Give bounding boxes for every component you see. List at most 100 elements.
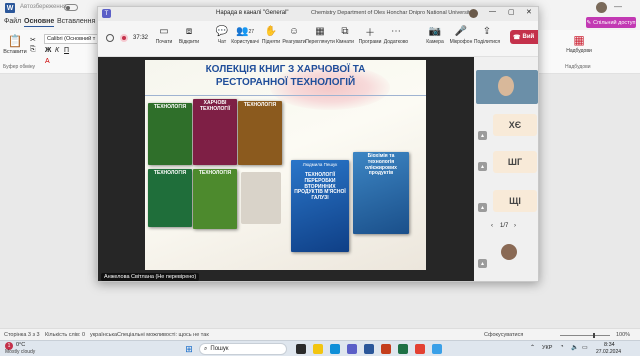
excel-taskbar-icon[interactable] — [398, 344, 408, 354]
shield-icon — [106, 34, 114, 42]
slide-divider — [145, 95, 426, 96]
wifi-icon[interactable]: ◔ — [560, 344, 564, 350]
react-label: Реагувати — [282, 39, 306, 45]
apps-label: Програми — [358, 39, 382, 45]
weather-desc: Mostly cloudy — [5, 349, 36, 355]
react-icon: ☺ — [288, 26, 300, 37]
word-status-bar: Сторінка 3 з 3 Кількість слів: 0 українс… — [0, 328, 640, 340]
book-cover: ТЕХНОЛОГІЯ — [193, 169, 237, 229]
clipboard-icon: 📋 — [7, 34, 23, 48]
teams-taskbar-icon[interactable] — [347, 344, 357, 354]
autosave-label: Автозбереження — [20, 4, 67, 10]
addins-button[interactable]: ▦ Надбудови — [566, 33, 592, 54]
more-icon: ⋯ — [391, 26, 401, 37]
user-avatar[interactable] — [469, 9, 478, 18]
more-button[interactable]: ⋯ Додатково — [381, 25, 411, 45]
share-button[interactable]: ✎ Спільний доступ — [586, 17, 636, 28]
book-title: ХАРЧОВІ ТЕХНОЛОГІЇ — [199, 100, 231, 112]
store-taskbar-icon[interactable] — [432, 344, 442, 354]
accessibility-status[interactable]: Спеціальні можливості: щось не так — [117, 332, 209, 338]
paste-button[interactable]: 📋 Вставити — [3, 34, 27, 55]
mic-label: Мікрофон — [449, 39, 473, 45]
participant-video[interactable] — [476, 70, 538, 104]
tab-home[interactable]: Основне — [24, 18, 55, 27]
chat-label: Чат — [217, 39, 227, 45]
addins-label: Надбудови — [566, 48, 592, 54]
zoom-slider[interactable] — [560, 333, 610, 338]
minimize-icon[interactable]: — — [489, 8, 496, 15]
zoom-level[interactable]: 100% — [616, 332, 630, 338]
weather-temp: 0°C — [16, 342, 26, 348]
people-label: Користувачі — [231, 39, 259, 45]
word-taskbar-icon[interactable] — [364, 344, 374, 354]
search-placeholder: Пошук — [210, 346, 229, 352]
rooms-label: Кімнати — [336, 39, 354, 45]
presentation-slide: КОЛЕКЦІЯ КНИГ З ХАРЧОВОЇ ТА РЕСТОРАННОЇ … — [145, 60, 426, 270]
meeting-timer: 37:32 — [133, 35, 149, 41]
windows-start-icon[interactable]: ⊞ — [184, 344, 194, 354]
tab-insert[interactable]: Вставлення — [57, 18, 95, 25]
focus-mode[interactable]: Сфокусуватися — [484, 332, 523, 338]
battery-icon[interactable]: ▭ — [582, 344, 588, 351]
input-language[interactable]: УКР — [542, 345, 552, 351]
word-count[interactable]: Кількість слів: 0 — [45, 332, 85, 338]
leave-button[interactable]: ☎ Вий — [510, 30, 538, 44]
camera-icon: 📷 — [428, 26, 442, 37]
autosave-toggle[interactable] — [64, 4, 78, 11]
zoom-slider-thumb[interactable] — [593, 333, 595, 338]
book-stack-image — [241, 172, 281, 224]
tab-file[interactable]: Файл — [4, 18, 21, 25]
meeting-title: Нарада в каналі "General" — [216, 10, 289, 16]
edge-icon[interactable] — [330, 344, 340, 354]
minimize-icon[interactable]: — — [614, 2, 622, 11]
teams-logo-icon: T — [102, 9, 111, 18]
next-page-icon[interactable]: › — [514, 223, 516, 229]
word-logo-icon: W — [5, 3, 15, 13]
taskbar-search[interactable]: ⌕ Пошук — [199, 343, 287, 355]
task-view-icon[interactable] — [296, 344, 306, 354]
share-screen-button[interactable]: ⇪ Поділитися — [472, 25, 502, 45]
bold-button[interactable]: Ж — [45, 47, 51, 54]
page-indicator[interactable]: Сторінка 3 з 3 — [4, 332, 40, 338]
font-color-icon[interactable]: A — [45, 58, 50, 65]
maximize-icon[interactable]: ▢ — [508, 8, 515, 16]
participant-tile[interactable]: ХЄ — [493, 114, 537, 136]
participants-pager: 1/7 — [500, 223, 509, 229]
open-button[interactable]: ⧈ Відкрити — [174, 25, 204, 45]
avatar[interactable] — [596, 2, 607, 13]
copy-icon[interactable]: ⎘ — [30, 46, 36, 54]
tray-overflow-icon[interactable]: ⌃ — [530, 344, 535, 351]
participant-tile[interactable]: ЩІ — [493, 190, 537, 212]
clipboard-group-label: Буфер обміну — [3, 64, 36, 70]
chrome-taskbar-icon[interactable] — [415, 344, 425, 354]
book-cover: ТЕХНОЛОГІЯ — [148, 169, 192, 227]
underline-button[interactable]: П — [64, 47, 69, 54]
cut-icon[interactable]: ✂ — [30, 36, 36, 44]
paste-label: Вставити — [3, 49, 27, 55]
meeting-toolbar: 37:32 ▭ Почати ⧈ Відкрити 💬 Чат 👥 27 Кори… — [98, 21, 538, 57]
volume-icon[interactable]: 🔈 — [571, 344, 578, 351]
book-title: ТЕХНОЛОГІЯ — [153, 104, 187, 110]
teams-title-bar: T Нарада в каналі "General" Chemistry De… — [98, 7, 538, 21]
prev-page-icon[interactable]: ‹ — [491, 223, 493, 229]
font-name-dropdown[interactable]: Calibri (Основний т — [44, 34, 104, 44]
close-icon[interactable]: ✕ — [526, 8, 532, 16]
more-label: Додатково — [383, 39, 409, 45]
share-label: Спільний доступ — [593, 19, 636, 26]
file-explorer-icon[interactable] — [313, 344, 323, 354]
addins-group-label: Надбудови — [565, 64, 591, 70]
participant-tile[interactable]: ШГ — [493, 151, 537, 173]
slide-title-line-1: КОЛЕКЦІЯ КНИГ З ХАРЧОВОЇ ТА — [205, 64, 366, 75]
raise-hand-label: Підняти — [261, 39, 281, 45]
language-indicator[interactable]: українська — [90, 332, 117, 338]
italic-button[interactable]: К — [55, 47, 59, 54]
clock-date[interactable]: 27.02.2024 — [596, 349, 621, 355]
teams-meeting-window: T Нарада в каналі "General" Chemistry De… — [97, 6, 539, 282]
powerpoint-taskbar-icon[interactable] — [381, 344, 391, 354]
book-cover: ХАРЧОВІ ТЕХНОЛОГІЇ — [193, 99, 237, 165]
org-name: Chemistry Department of Oles Honchar Dni… — [311, 10, 473, 16]
clock-time[interactable]: 8:34 — [604, 342, 615, 348]
phone-hangup-icon: ☎ — [513, 34, 521, 41]
participant-avatar[interactable] — [501, 244, 517, 260]
camera-label: Камера — [426, 39, 444, 45]
